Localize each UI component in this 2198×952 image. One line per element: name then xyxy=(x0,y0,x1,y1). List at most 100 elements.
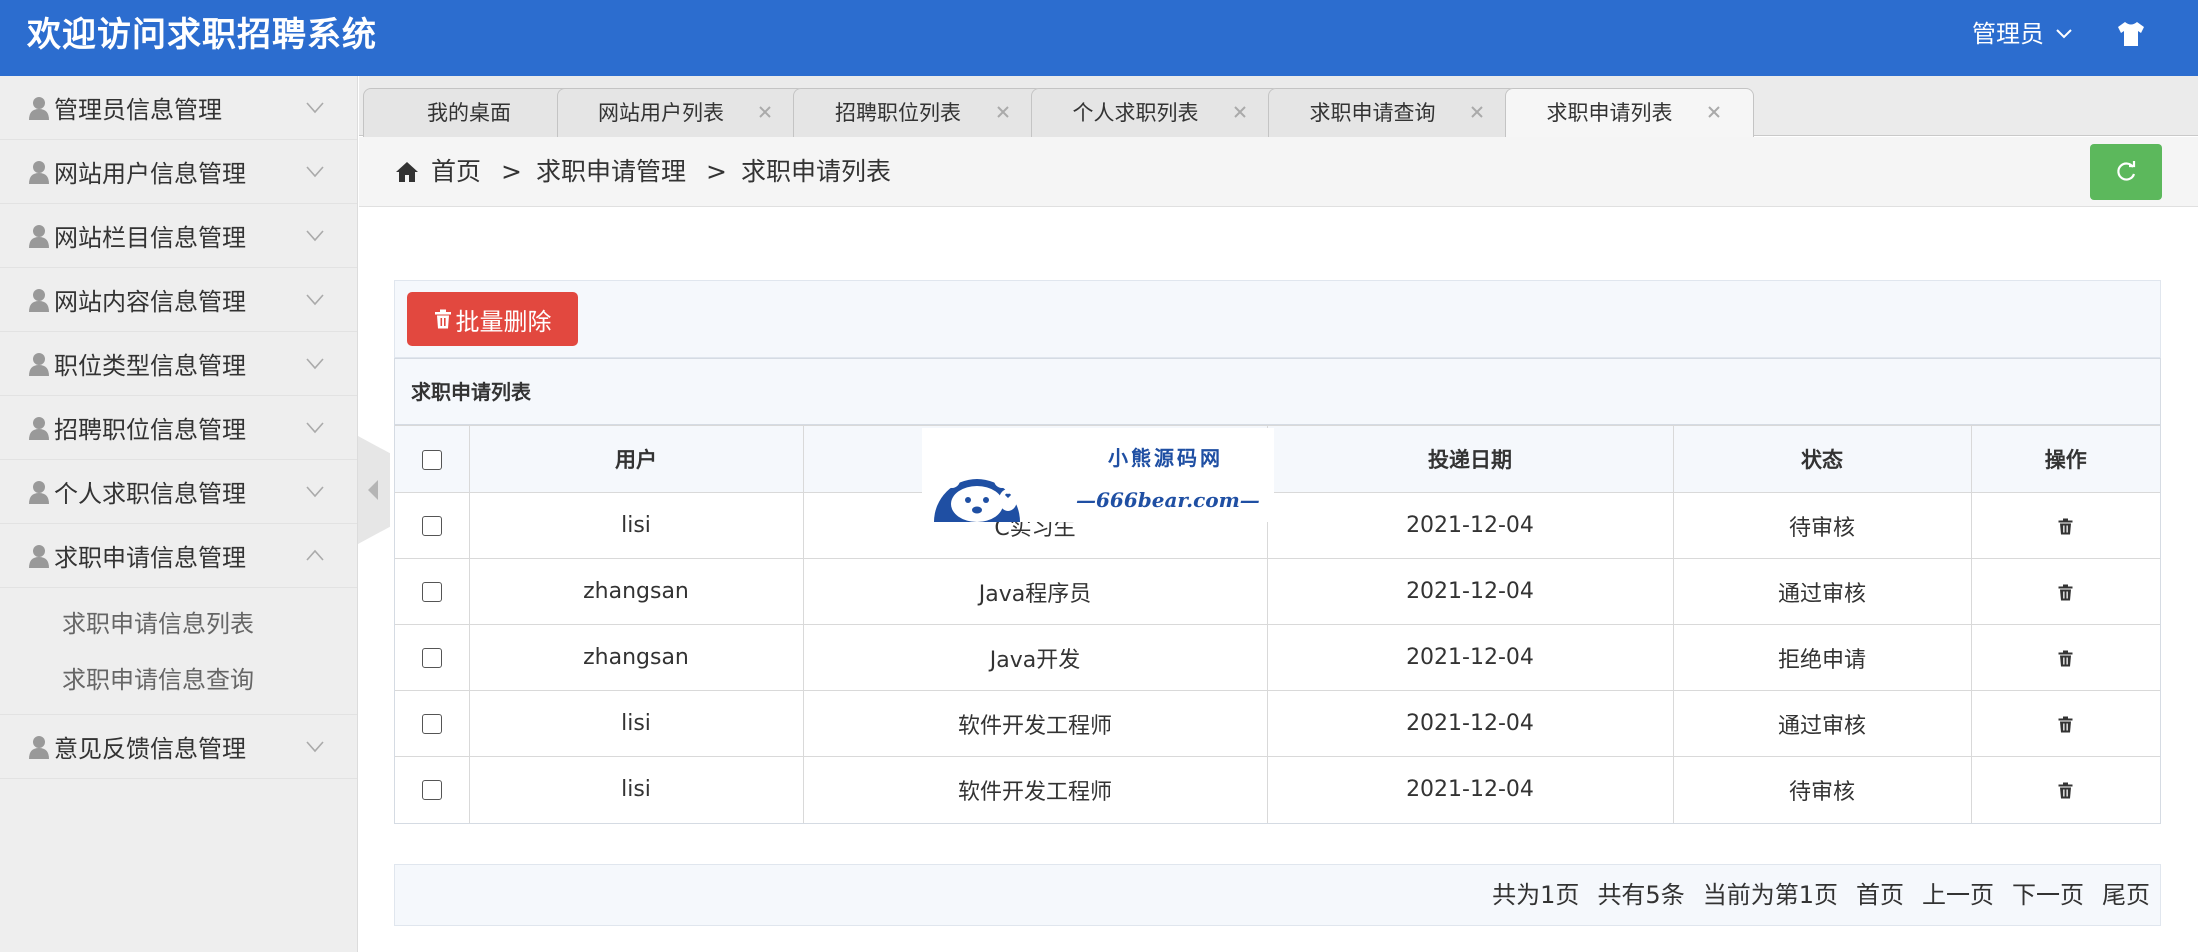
sidebar-item[interactable]: 网站栏目信息管理 xyxy=(0,204,357,268)
sidebar-item[interactable]: 职位类型信息管理 xyxy=(0,332,357,396)
table-header-row: 用户 求职意向 投递日期 状态 操作 xyxy=(395,425,2160,493)
tab[interactable]: 个人求职列表 xyxy=(1031,88,1280,137)
trash-icon[interactable] xyxy=(2058,782,2073,799)
cell-status: 待审核 xyxy=(1672,492,1972,559)
watermark-url: —666bear.com— xyxy=(1076,488,1260,512)
trash-icon[interactable] xyxy=(2058,716,2073,733)
user-menu-label: 管理员 xyxy=(1972,20,2044,48)
cell-user: zhangsan xyxy=(468,558,804,625)
close-icon[interactable] xyxy=(756,103,774,121)
sidebar-submenu: 求职申请信息列表 求职申请信息查询 xyxy=(0,588,357,715)
tab[interactable]: 招聘职位列表 xyxy=(793,88,1043,137)
sidebar-item[interactable]: 网站内容信息管理 xyxy=(0,268,357,332)
trash-icon[interactable] xyxy=(2058,518,2073,535)
trash-icon xyxy=(434,309,451,329)
chevron-down-icon xyxy=(306,230,324,242)
home-icon xyxy=(396,162,418,182)
breadcrumb-separator: > xyxy=(705,157,727,186)
tab[interactable]: 我的桌面 xyxy=(363,88,575,137)
cell-date: 2021-12-04 xyxy=(1266,756,1674,823)
tab[interactable]: 求职申请查询 xyxy=(1268,88,1517,137)
column-header-date: 投递日期 xyxy=(1266,425,1674,493)
sidebar-subitem[interactable]: 求职申请信息列表 xyxy=(0,596,357,652)
pagination-next[interactable]: 下一页 xyxy=(2012,865,2084,925)
breadcrumb: 首页 > 求职申请管理 > 求职申请列表 xyxy=(395,137,891,207)
top-header: 欢迎访问求职招聘系统 管理员 xyxy=(0,0,2198,76)
table-row: lisi 软件开发工程师 2021-12-04 通过审核 xyxy=(395,690,2160,757)
chevron-down-icon xyxy=(306,358,324,370)
table-row: zhangsan Java程序员 2021-12-04 通过审核 xyxy=(395,558,2160,625)
sidebar-item-label: 管理员信息管理 xyxy=(54,96,222,124)
pagination-total-items: 共有5条 xyxy=(1597,881,1685,909)
cell-actions xyxy=(1970,624,2160,691)
close-icon[interactable] xyxy=(1468,103,1486,121)
row-checkbox[interactable] xyxy=(421,648,442,668)
trash-icon[interactable] xyxy=(2058,584,2073,601)
user-icon xyxy=(29,224,49,248)
sidebar-item-label: 招聘职位信息管理 xyxy=(54,416,246,444)
sidebar-item-label: 网站栏目信息管理 xyxy=(54,224,246,252)
sidebar: 管理员信息管理 网站用户信息管理 网站栏目信息管理网站内容信息管理 职位类型信息管理招… xyxy=(0,76,358,952)
tab[interactable]: 求职申请列表 xyxy=(1505,88,1754,137)
pagination-prev[interactable]: 上一页 xyxy=(1922,865,1994,925)
watermark: 小熊源码网 —666bear.com— xyxy=(922,428,1274,522)
sidebar-item[interactable]: 意见反馈信息管理 xyxy=(0,715,357,779)
tab[interactable]: 网站用户列表 xyxy=(557,88,805,137)
cell-date: 2021-12-04 xyxy=(1266,624,1674,691)
cell-position: 软件开发工程师 xyxy=(802,690,1268,757)
cell-actions xyxy=(1970,756,2160,823)
chevron-down-icon xyxy=(306,102,324,114)
sidebar-item[interactable]: 个人求职信息管理 xyxy=(0,460,357,524)
select-all-cell xyxy=(395,425,470,493)
batch-delete-label: 批量删除 xyxy=(455,307,552,336)
cell-date: 2021-12-04 xyxy=(1266,492,1674,559)
close-icon[interactable] xyxy=(1231,103,1249,121)
breadcrumb-separator: > xyxy=(501,157,522,186)
cell-user: lisi xyxy=(468,492,804,559)
row-checkbox[interactable] xyxy=(421,780,442,801)
breadcrumb-bar: 首页 > 求职申请管理 > 求职申请列表 xyxy=(359,137,2198,207)
cell-status: 待审核 xyxy=(1672,756,1972,823)
application-table: 用户 求职意向 投递日期 状态 操作 lisiC实习生2021-12-04待审核… xyxy=(395,425,2160,823)
row-checkbox[interactable] xyxy=(421,714,442,734)
select-all-checkbox[interactable] xyxy=(421,450,442,470)
user-icon xyxy=(29,735,49,759)
sidebar-item[interactable]: 管理员信息管理 xyxy=(0,76,357,140)
row-checkbox[interactable] xyxy=(421,582,442,602)
cell-user: zhangsan xyxy=(468,624,804,691)
pagination-total-pages: 共为1页 xyxy=(1492,881,1580,909)
close-icon[interactable] xyxy=(994,103,1012,121)
cell-actions xyxy=(1970,558,2160,625)
sidebar-item-label: 网站用户信息管理 xyxy=(54,160,246,188)
sidebar-item-label: 个人求职信息管理 xyxy=(54,480,246,508)
pagination-last[interactable]: 尾页 xyxy=(2102,865,2150,925)
pagination-first[interactable]: 首页 xyxy=(1856,865,1904,925)
cell-status: 通过审核 xyxy=(1672,690,1972,757)
cell-position: Java开发 xyxy=(802,624,1268,691)
user-icon xyxy=(29,416,49,440)
batch-delete-button[interactable]: 批量删除 xyxy=(407,292,578,346)
row-checkbox[interactable] xyxy=(421,516,442,536)
user-icon xyxy=(29,480,49,504)
sidebar-item[interactable]: 网站用户信息管理 xyxy=(0,140,357,204)
user-icon xyxy=(29,96,49,120)
breadcrumb-home[interactable]: 首页 xyxy=(431,137,481,207)
app-title: 欢迎访问求职招聘系统 xyxy=(27,15,377,55)
sidebar-item[interactable]: 求职申请信息管理 xyxy=(0,524,357,588)
user-menu[interactable]: 管理员 xyxy=(1972,0,2074,68)
refresh-button[interactable] xyxy=(2090,144,2162,200)
row-select-cell xyxy=(395,558,470,625)
sidebar-subitem[interactable]: 求职申请信息查询 xyxy=(0,652,357,708)
chevron-left-icon xyxy=(368,480,378,500)
chevron-up-icon xyxy=(306,549,324,561)
sidebar-item[interactable]: 招聘职位信息管理 xyxy=(0,396,357,460)
row-select-cell xyxy=(395,756,470,823)
close-icon[interactable] xyxy=(1705,103,1723,121)
application-table-panel: 求职申请列表 用户 求职意向 投递日期 状态 操作 lisiC实习生2021-1… xyxy=(394,358,2161,824)
breadcrumb-level1[interactable]: 求职申请管理 xyxy=(536,137,686,207)
user-icon xyxy=(29,352,49,376)
toolbar-panel: 批量删除 xyxy=(394,280,2161,358)
sidebar-collapse-handle[interactable] xyxy=(358,436,390,544)
trash-icon[interactable] xyxy=(2058,650,2073,667)
shirt-icon[interactable] xyxy=(2116,20,2146,48)
